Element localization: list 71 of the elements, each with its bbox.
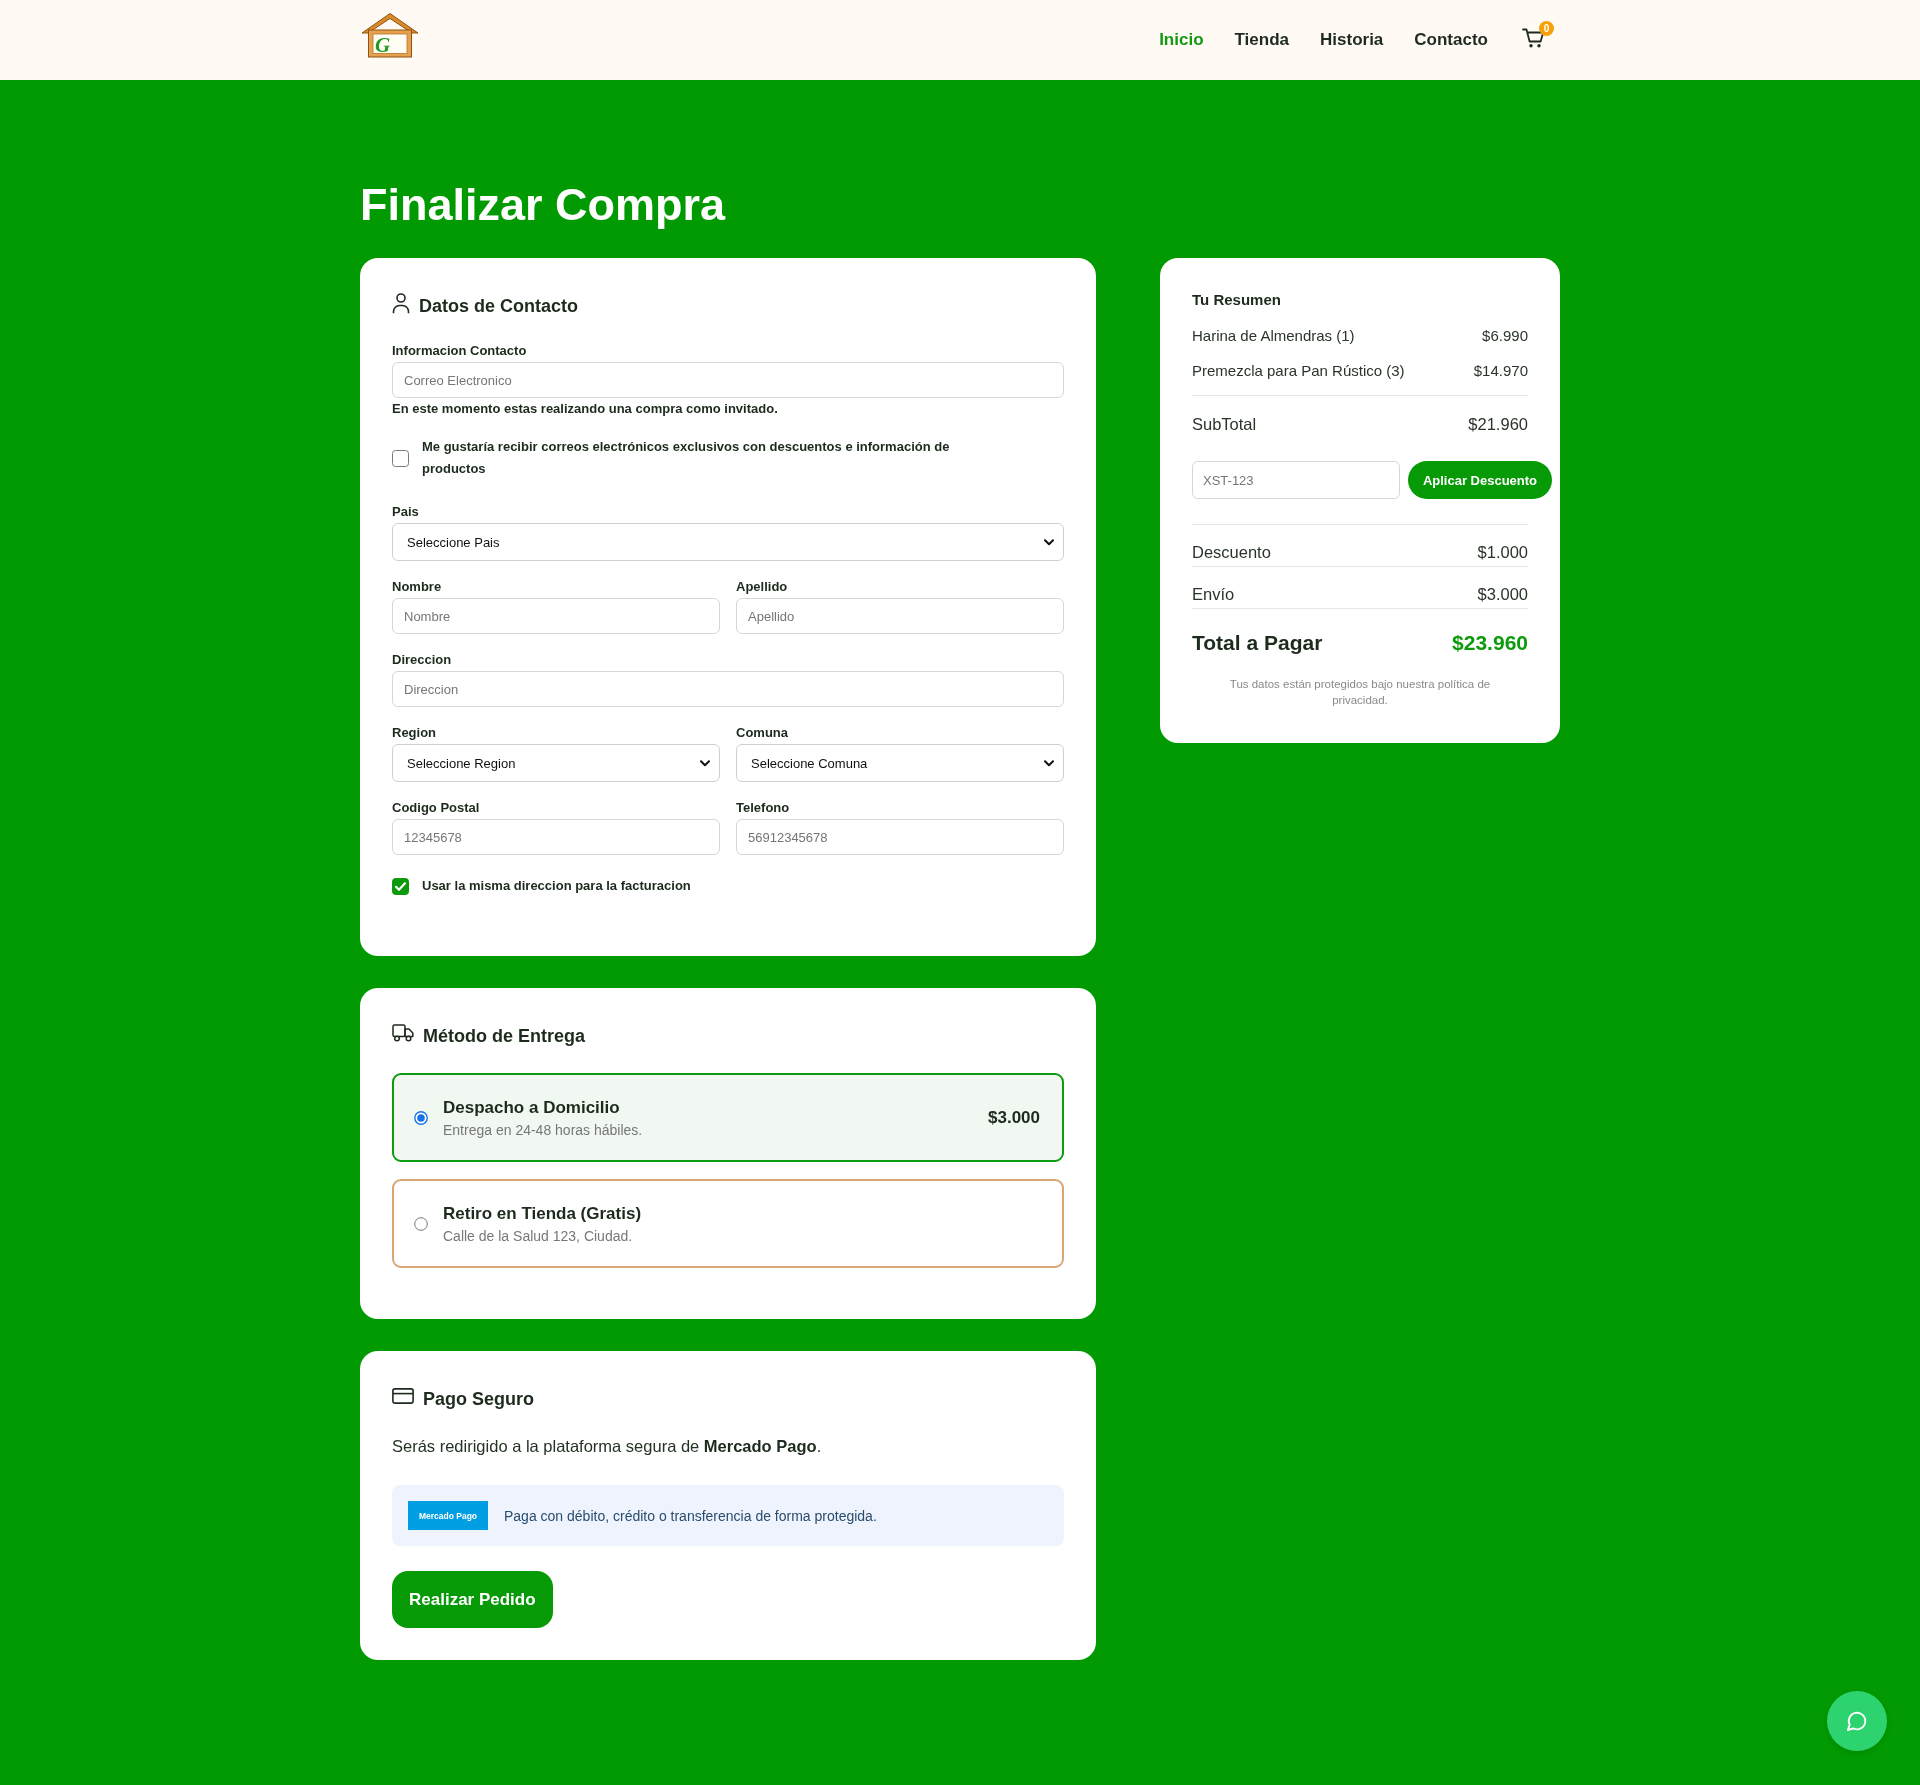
- payment-provider-logo: Mercado Pago: [408, 1501, 488, 1530]
- field-label: Informacion Contacto: [392, 342, 527, 359]
- field-label: Pais: [392, 503, 419, 520]
- field-label: Apellido: [736, 578, 788, 595]
- text-field[interactable]: Nombre: [392, 598, 720, 634]
- dropdown-select[interactable]: Seleccione Region: [392, 744, 720, 782]
- option-title: Retiro en Tienda (Gratis): [443, 1202, 642, 1224]
- dropdown-select[interactable]: Seleccione Comuna: [736, 744, 1064, 782]
- checkbox-label: Usar la misma direccion para la facturacion: [422, 877, 691, 895]
- chevron-down-icon: [700, 759, 710, 767]
- item-price: $6.990: [1482, 326, 1528, 346]
- nav-link[interactable]: Tienda: [1234, 30, 1290, 50]
- payment-info-text: Paga con débito, crédito o transferencia de forma protegida.: [504, 1507, 877, 1524]
- cost-value: $3.000: [1477, 584, 1528, 604]
- logo[interactable]: G: [360, 12, 420, 58]
- option-price: $3.000: [988, 1107, 1040, 1128]
- cost-label: Descuento: [1192, 542, 1271, 562]
- apply-discount-button[interactable]: Aplicar Descuento: [1408, 461, 1552, 499]
- checkbox-label: Me gustaría recibir correos electrónicos exclusivos con descuentos e información de productos: [422, 438, 951, 478]
- section-title: Pago Seguro: [423, 1388, 534, 1410]
- coupon-field[interactable]: XST-123: [1192, 461, 1400, 499]
- delivery-option[interactable]: Retiro en Tienda (Gratis) Calle de la Salud 123, Ciudad.: [392, 1179, 1064, 1268]
- option-title: Despacho a Domicilio: [443, 1096, 620, 1118]
- section-title: Método de Entrega: [423, 1025, 585, 1047]
- payment-note: Serás redirigido a la plataforma segura de Mercado Pago.: [392, 1436, 823, 1457]
- subtotal-label: SubTotal: [1192, 414, 1257, 434]
- text-field[interactable]: 56912345678: [736, 819, 1064, 855]
- radio-button[interactable]: [414, 1216, 428, 1231]
- field-label: Nombre: [392, 578, 442, 595]
- option-detail: Entrega en 24-48 horas hábiles.: [443, 1120, 643, 1139]
- item-price: $14.970: [1473, 361, 1528, 381]
- guest-note: En este momento estas realizando una compra como invitado.: [392, 400, 779, 417]
- field-label: Telefono: [736, 799, 790, 816]
- nav-link[interactable]: Historia: [1320, 30, 1384, 50]
- checkbox[interactable]: [392, 877, 409, 895]
- field-label: Comuna: [736, 724, 788, 741]
- item-name: Harina de Almendras (1): [1192, 326, 1355, 346]
- field-label: Region: [392, 724, 437, 741]
- text-field[interactable]: Direccion: [392, 671, 1064, 707]
- delivery-option[interactable]: Despacho a Domicilio Entrega en 24-48 horas hábiles. $3.000: [392, 1073, 1064, 1162]
- chevron-down-icon: [1044, 538, 1054, 546]
- subtotal-value: $21.960: [1468, 414, 1528, 434]
- place-order-button[interactable]: Realizar Pedido: [392, 1571, 553, 1628]
- section-title: Datos de Contacto: [419, 295, 578, 317]
- item-name: Premezcla para Pan Rústico (3): [1192, 361, 1405, 381]
- cart-count-badge: 0: [1539, 21, 1554, 36]
- dropdown-select[interactable]: Seleccione Pais: [392, 523, 1064, 561]
- page-title: Finalizar Compra: [360, 178, 727, 232]
- radio-button[interactable]: [414, 1110, 428, 1125]
- option-detail: Calle de la Salud 123, Ciudad.: [443, 1226, 633, 1245]
- total-label: Total a Pagar: [1192, 630, 1323, 656]
- chat-button[interactable]: [1827, 1691, 1887, 1751]
- summary-title: Tu Resumen: [1192, 290, 1282, 310]
- nav-link[interactable]: Contacto: [1414, 30, 1488, 50]
- field-label: Codigo Postal: [392, 799, 480, 816]
- checkbox[interactable]: [392, 449, 409, 467]
- nav-link[interactable]: Inicio: [1159, 30, 1204, 50]
- cost-value: $1.000: [1477, 542, 1528, 562]
- field-label: Direccion: [392, 651, 452, 668]
- credit-card-icon: [392, 1388, 414, 1404]
- chevron-down-icon: [1044, 759, 1054, 767]
- text-field[interactable]: 12345678: [392, 819, 720, 855]
- total-value: $23.960: [1452, 630, 1528, 656]
- truck-icon: [392, 1024, 414, 1042]
- cost-label: Envío: [1192, 584, 1235, 604]
- text-field[interactable]: Apellido: [736, 598, 1064, 634]
- cart-icon[interactable]: [1522, 27, 1546, 49]
- email-field[interactable]: Correo Electronico: [392, 362, 1064, 398]
- chat-bubble-icon: [1846, 1710, 1868, 1732]
- privacy-note: Tus datos están protegidos bajo nuestra política de privacidad.: [1228, 677, 1492, 708]
- person-icon: [392, 292, 410, 314]
